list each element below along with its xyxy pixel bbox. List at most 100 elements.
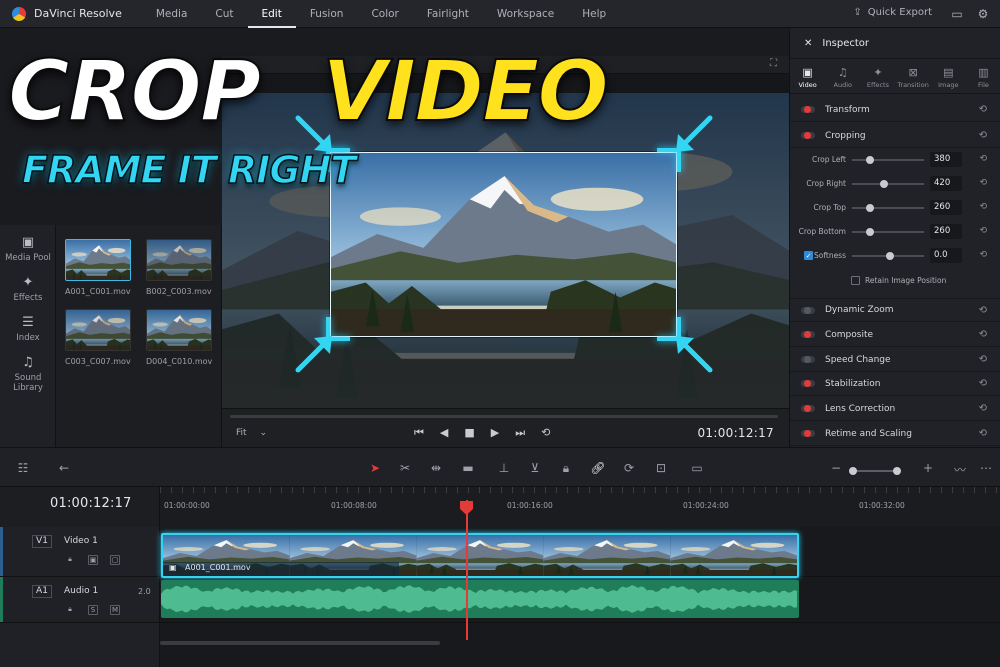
selection-tool-icon[interactable]: ➤: [367, 461, 383, 475]
crop-left-slider[interactable]: [852, 159, 924, 161]
marker-icon[interactable]: ⊡: [653, 461, 669, 475]
timeline-video-clip[interactable]: ▣ A001_C001.mov: [161, 533, 799, 578]
dock-item-effects[interactable]: ✦ Effects: [0, 275, 56, 303]
tab-video[interactable]: ▣ Video: [790, 60, 825, 93]
crop-right-input[interactable]: 420: [930, 176, 962, 191]
dock-item-sound-library[interactable]: ♫ Sound Library: [0, 355, 56, 393]
zoom-out-icon[interactable]: −: [828, 461, 844, 475]
menu-edit[interactable]: Edit: [247, 0, 296, 28]
media-clip[interactable]: A001_C001.mov: [65, 239, 131, 296]
track-id-a1[interactable]: A1: [32, 585, 52, 598]
menu-color[interactable]: Color: [357, 0, 412, 28]
section-composite[interactable]: Composite ⟲: [790, 323, 1000, 347]
playhead-line[interactable]: [466, 500, 468, 640]
quick-export-button[interactable]: ⇪ Quick Export: [853, 7, 932, 18]
crop-right-slider[interactable]: [852, 183, 924, 185]
reset-icon[interactable]: ⟲: [979, 305, 987, 316]
tab-file[interactable]: ▥ File: [966, 60, 1000, 93]
timeline-horizontal-scrollbar[interactable]: [160, 641, 440, 645]
more-options-icon[interactable]: ⋯: [978, 461, 994, 475]
reset-icon[interactable]: ⟲: [979, 428, 987, 439]
speed-change-toggle[interactable]: [801, 356, 815, 363]
viewer-scrubber[interactable]: [230, 415, 778, 418]
section-cropping[interactable]: Cropping ⟲: [790, 124, 1000, 148]
timeline-view-icon[interactable]: ☷: [15, 461, 31, 475]
zoom-select[interactable]: Fit ⌄: [236, 428, 267, 438]
section-transform[interactable]: Transform ⟲: [790, 98, 1000, 122]
slider-knob[interactable]: [866, 204, 874, 212]
mute-button[interactable]: M: [110, 605, 120, 615]
crop-bottom-slider[interactable]: [852, 231, 924, 233]
reset-icon[interactable]: ⟲: [979, 130, 987, 141]
retime-toggle[interactable]: [801, 430, 815, 437]
dock-item-index[interactable]: ☰ Index: [0, 315, 56, 343]
menu-media[interactable]: Media: [142, 0, 202, 28]
go-to-start-icon[interactable]: ⏮: [414, 426, 424, 440]
stop-icon[interactable]: ■: [464, 426, 474, 440]
reset-icon[interactable]: ⟲: [979, 378, 987, 389]
slider-knob[interactable]: [866, 228, 874, 236]
section-stabilization[interactable]: Stabilization ⟲: [790, 372, 1000, 396]
composite-toggle[interactable]: [801, 331, 815, 338]
retain-position-checkbox[interactable]: [851, 276, 860, 285]
transform-toggle[interactable]: [801, 106, 815, 113]
blade-tool-icon[interactable]: ▬: [460, 461, 476, 475]
section-dynamic-zoom[interactable]: Dynamic Zoom ⟲: [790, 298, 1000, 322]
menu-workspace[interactable]: Workspace: [483, 0, 568, 28]
stabilization-toggle[interactable]: [801, 380, 815, 387]
reset-icon[interactable]: ⟲: [979, 178, 987, 188]
media-clip[interactable]: D004_C010.mov: [146, 309, 212, 366]
timeline-audio-clip[interactable]: [161, 580, 799, 618]
dock-item-media-pool[interactable]: ▣ Media Pool: [0, 235, 56, 263]
slider-knob[interactable]: [880, 180, 888, 188]
menu-fairlight[interactable]: Fairlight: [413, 0, 483, 28]
flag-icon[interactable]: ▭: [689, 461, 705, 475]
link-icon[interactable]: 🔗︎: [590, 461, 606, 475]
back-arrow-icon[interactable]: ←: [56, 461, 72, 475]
audio-waveform-icon[interactable]: 〰: [952, 461, 968, 478]
softness-input[interactable]: 0.0: [930, 248, 962, 263]
crop-top-input[interactable]: 260: [930, 200, 962, 215]
play-icon[interactable]: ▶: [491, 426, 499, 440]
reset-icon[interactable]: ⟲: [979, 250, 987, 260]
auto-select-icon[interactable]: ▣: [88, 555, 98, 565]
solo-button[interactable]: S: [88, 605, 98, 615]
section-speed-change[interactable]: Speed Change ⟲: [790, 348, 1000, 372]
track-visibility-icon[interactable]: ▢: [110, 555, 120, 565]
reset-icon[interactable]: ⟲: [979, 226, 987, 236]
tab-effects[interactable]: ✦ Effects: [860, 60, 895, 93]
crop-left-input[interactable]: 380: [930, 152, 962, 167]
window-icon[interactable]: ▭: [950, 7, 964, 21]
tab-transition[interactable]: ⊠ Transition: [896, 60, 931, 93]
lock-icon[interactable]: 🔒︎: [65, 605, 75, 615]
tab-image[interactable]: ▤ Image: [931, 60, 966, 93]
lock-icon[interactable]: 🔒︎: [65, 555, 75, 565]
cropping-toggle[interactable]: [801, 132, 815, 139]
crop-top-slider[interactable]: [852, 207, 924, 209]
settings-gear-icon[interactable]: ⚙: [976, 7, 990, 21]
dynamic-trim-icon[interactable]: ⇹: [428, 461, 444, 475]
snap-icon[interactable]: ⟳: [621, 461, 637, 475]
reset-icon[interactable]: ⟲: [979, 403, 987, 414]
insert-icon[interactable]: ⊥: [496, 461, 512, 475]
slider-knob[interactable]: [866, 156, 874, 164]
media-clip[interactable]: C003_C007.mov: [65, 309, 131, 366]
reset-icon[interactable]: ⟲: [979, 154, 987, 164]
crop-bottom-input[interactable]: 260: [930, 224, 962, 239]
reset-icon[interactable]: ⟲: [979, 354, 987, 365]
zoom-in-icon[interactable]: +: [920, 461, 936, 475]
section-lens-correction[interactable]: Lens Correction ⟲: [790, 397, 1000, 421]
playhead-marker[interactable]: [460, 501, 473, 515]
track-id-v1[interactable]: V1: [32, 535, 52, 548]
lens-correction-toggle[interactable]: [801, 405, 815, 412]
lock-icon[interactable]: 🔒︎: [558, 461, 574, 476]
tab-audio[interactable]: ♫ Audio: [825, 60, 860, 93]
menu-help[interactable]: Help: [568, 0, 620, 28]
fullscreen-icon[interactable]: ⛶: [770, 58, 777, 69]
menu-cut[interactable]: Cut: [201, 0, 247, 28]
reset-icon[interactable]: ⟲: [979, 329, 987, 340]
go-to-end-icon[interactable]: ⏭: [515, 426, 525, 440]
reset-icon[interactable]: ⟲: [979, 104, 987, 115]
slider-knob[interactable]: [886, 252, 894, 260]
zoom-knob-right[interactable]: [893, 467, 901, 475]
